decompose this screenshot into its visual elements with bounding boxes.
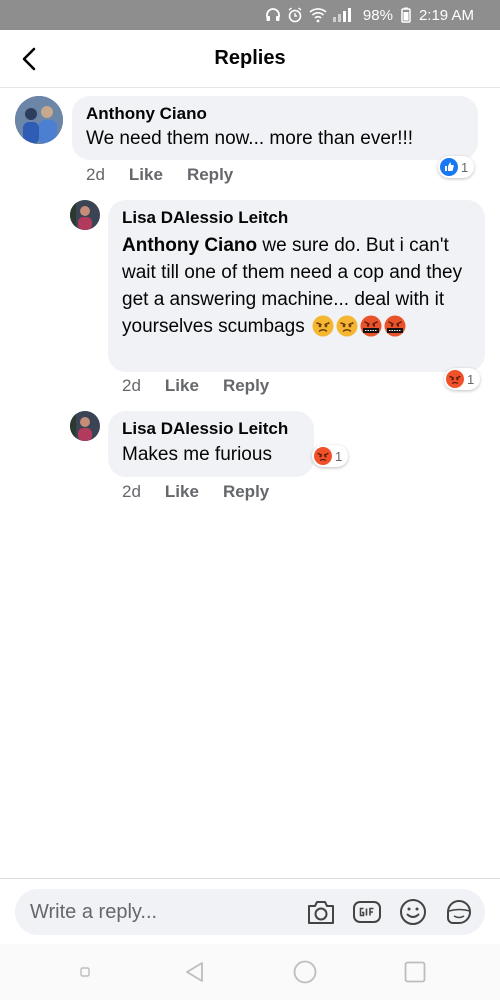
gif-icon xyxy=(353,901,381,923)
comment-text: Anthony Ciano we sure do. But i can't wa… xyxy=(122,232,471,340)
triangle-back-icon xyxy=(186,962,203,982)
comment-text: Makes me furious xyxy=(122,444,272,465)
system-nav-bar xyxy=(0,944,500,1000)
reaction-count: 1 xyxy=(467,371,475,387)
replies-header: Replies xyxy=(0,30,500,88)
avatar-photo-icon xyxy=(15,96,63,144)
angry-icon xyxy=(314,447,332,465)
alarm-icon xyxy=(288,7,302,23)
avatar-photo-icon xyxy=(70,200,100,230)
reply-input-container[interactable]: Write a reply... xyxy=(15,889,485,935)
headphones-icon xyxy=(266,8,280,21)
nav-home-button[interactable] xyxy=(285,952,325,992)
composer-tools xyxy=(305,896,485,928)
square-recents-icon xyxy=(404,961,426,983)
nav-menu-button[interactable] xyxy=(65,952,105,992)
comment-bubble[interactable]: Lisa DAlessio Leitch Anthony Ciano we su… xyxy=(108,200,485,372)
angry-icon xyxy=(446,370,464,388)
gif-button[interactable] xyxy=(351,896,383,928)
comment-author[interactable]: Lisa DAlessio Leitch xyxy=(122,419,300,439)
reaction-count: 1 xyxy=(461,159,469,175)
avatar[interactable] xyxy=(70,200,100,230)
comment-author[interactable]: Lisa DAlessio Leitch xyxy=(122,208,471,228)
status-bar: 98% 2:19 AM xyxy=(0,0,500,30)
square-small-icon xyxy=(80,967,90,977)
signal-icon xyxy=(332,8,351,22)
chevron-left-icon xyxy=(22,47,36,71)
mention-link[interactable]: Anthony Ciano xyxy=(122,235,257,256)
battery-icon xyxy=(401,7,411,23)
avatar[interactable] xyxy=(70,411,100,441)
reaction-summary[interactable]: 1 xyxy=(444,368,481,390)
nav-recents-button[interactable] xyxy=(395,952,435,992)
status-icons xyxy=(265,7,355,23)
comment-bubble[interactable]: Anthony Ciano We need them now... more t… xyxy=(72,96,478,160)
reply-composer: Write a reply... xyxy=(0,878,500,944)
sticker-icon xyxy=(447,900,471,924)
reaction-summary[interactable]: 1 xyxy=(438,156,475,178)
comment-time: 2d xyxy=(122,482,141,501)
like-button[interactable]: Like xyxy=(129,165,163,185)
smiley-icon xyxy=(400,899,426,925)
camera-button[interactable] xyxy=(305,896,337,928)
reply-input[interactable]: Write a reply... xyxy=(30,901,305,924)
comment-time: 2d xyxy=(86,165,105,184)
cursing-face-icon xyxy=(360,315,382,337)
avatar-photo-icon xyxy=(70,411,100,441)
reaction-count: 1 xyxy=(335,448,343,464)
reply-button[interactable]: Reply xyxy=(223,482,269,502)
avatar[interactable] xyxy=(15,96,63,144)
page-title: Replies xyxy=(214,47,286,69)
back-button[interactable] xyxy=(12,42,46,76)
emoji-button[interactable] xyxy=(397,896,429,928)
status-time: 2:19 AM xyxy=(418,6,474,24)
comment-time: 2d xyxy=(122,376,141,395)
nav-back-button[interactable] xyxy=(175,952,215,992)
like-button[interactable]: Like xyxy=(165,376,199,396)
like-button[interactable]: Like xyxy=(165,482,199,502)
wifi-icon xyxy=(309,8,327,23)
sticker-button[interactable] xyxy=(443,896,475,928)
cursing-face-icon xyxy=(384,315,406,337)
comment-bubble[interactable]: Lisa DAlessio Leitch Makes me furious xyxy=(108,411,314,477)
comment-actions: 2d Like Reply xyxy=(122,376,269,396)
angry-face-icon xyxy=(312,315,334,337)
comment-text: We need them now... more than ever!!! xyxy=(86,128,414,149)
reaction-summary[interactable]: 1 xyxy=(312,445,349,467)
like-icon xyxy=(440,158,458,176)
camera-icon xyxy=(308,901,334,924)
comment-actions: 2d Like Reply xyxy=(86,165,233,185)
circle-home-icon xyxy=(293,960,317,984)
angry-face-icon xyxy=(336,315,358,337)
comment-author[interactable]: Anthony Ciano xyxy=(86,104,464,124)
battery-percent: 98% xyxy=(362,6,393,24)
reply-button[interactable]: Reply xyxy=(187,165,233,185)
comment-actions: 2d Like Reply xyxy=(122,482,269,502)
reply-button[interactable]: Reply xyxy=(223,376,269,396)
